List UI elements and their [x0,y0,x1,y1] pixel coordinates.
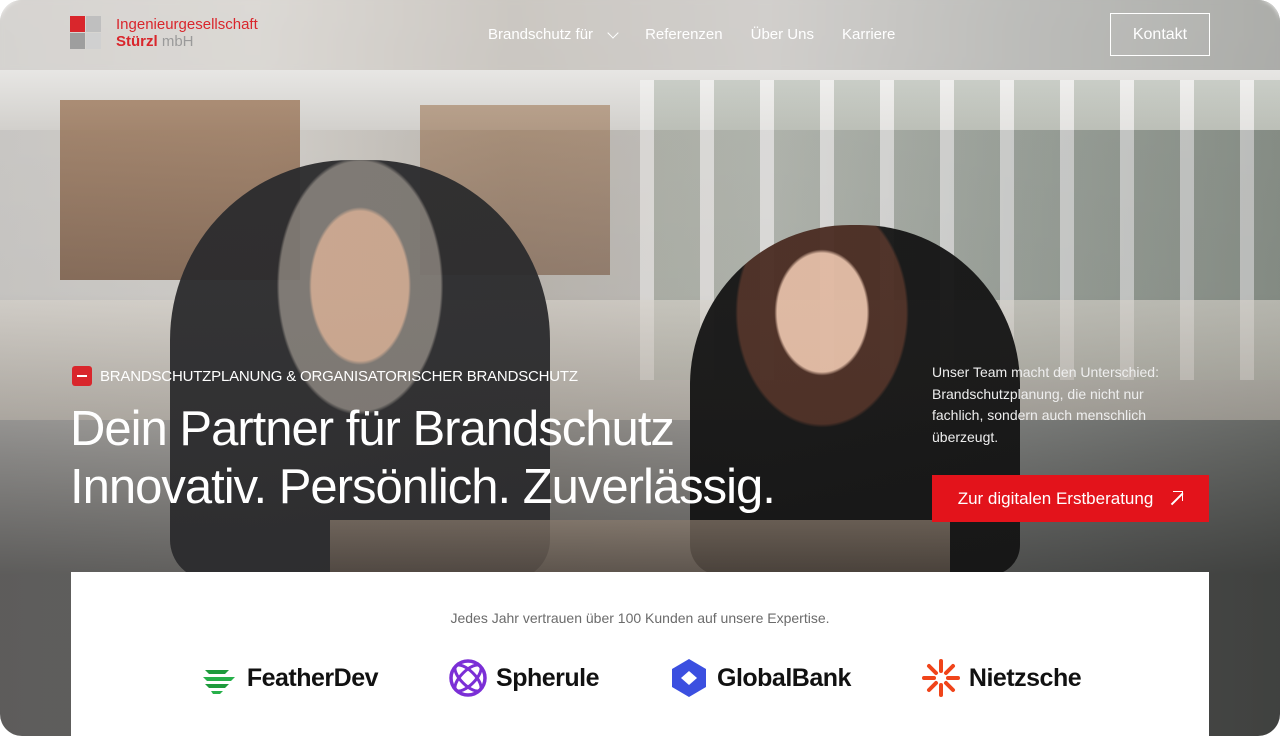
logo-text: Ingenieurgesellschaft Stürzl mbH [116,16,258,50]
nav-label: Referenzen [645,26,723,43]
globalbank-logo-icon [672,659,706,697]
brand-name: Nietzsche [968,663,1082,692]
hero-description: Unser Team macht den Unterschied: Brands… [932,364,1159,445]
nav-label: Karriere [841,26,896,43]
nietzsche-logo-icon [921,659,960,697]
brand-globalbank: GlobalBank [669,658,851,698]
nav-item-brandschutz[interactable]: Brandschutz für [488,26,619,43]
brand-name: GlobalBank [717,663,851,692]
logo-name-bold: Stürzl [116,33,158,50]
eyebrow-text: BRANDSCHUTZPLANUNG & ORGANISATORISCHER B… [100,367,578,385]
arrow-up-right-icon [1167,490,1184,507]
logo-company-suffix: Stürzl mbH [116,33,258,50]
client-logos-panel: Jedes Jahr vertrauen über 100 Kunden auf… [71,572,1209,736]
spherule-logo-icon [449,659,487,697]
nav-label: Über Uns [750,26,814,43]
consultation-cta-button[interactable]: Zur digitalen Erstberatung [932,475,1209,522]
flame-badge-icon [72,366,92,386]
brand-nietzsche: Nietzsche [921,658,1082,698]
main-nav: Brandschutz für Referenzen Über Uns Karr… [488,26,895,43]
chevron-down-icon [607,26,619,39]
headline-line-2: Innovativ. Persönlich. Zuverlässig. [70,460,776,514]
contact-button[interactable]: Kontakt [1110,13,1210,56]
brand-logo-row: FeatherDev Spherule GlobalBank Nietzsche [71,658,1209,698]
hero-headline: Dein Partner für Brandschutz Innovativ. … [70,400,776,516]
logo-company-name: Ingenieurgesellschaft [116,16,258,33]
brand-featherdev: FeatherDev [199,658,379,698]
hero-eyebrow: BRANDSCHUTZPLANUNG & ORGANISATORISCHER B… [72,366,578,386]
nav-item-karriere[interactable]: Karriere [842,26,895,43]
headline-line-1: Dein Partner für Brandschutz [70,402,675,456]
logo-name-light: mbH [161,33,194,50]
hero-photo-table [330,520,950,580]
cta-label: Zur digitalen Erstberatung [957,488,1154,508]
brand-name: FeatherDev [246,663,379,692]
trust-statement: Jedes Jahr vertrauen über 100 Kunden auf… [450,610,830,626]
company-logo[interactable]: Ingenieurgesellschaft Stürzl mbH [70,16,258,50]
nav-item-referenzen[interactable]: Referenzen [645,26,723,43]
feather-dev-logo-icon [202,670,235,694]
logo-mark-icon [70,16,102,50]
nav-label: Brandschutz für [488,26,594,43]
page: Ingenieurgesellschaft Stürzl mbH Brandsc… [0,0,1280,736]
site-header: Ingenieurgesellschaft Stürzl mbH Brandsc… [0,0,1280,70]
brand-spherule: Spherule [448,658,599,698]
nav-item-ueber-uns[interactable]: Über Uns [751,26,814,43]
brand-name: Spherule [496,663,599,692]
